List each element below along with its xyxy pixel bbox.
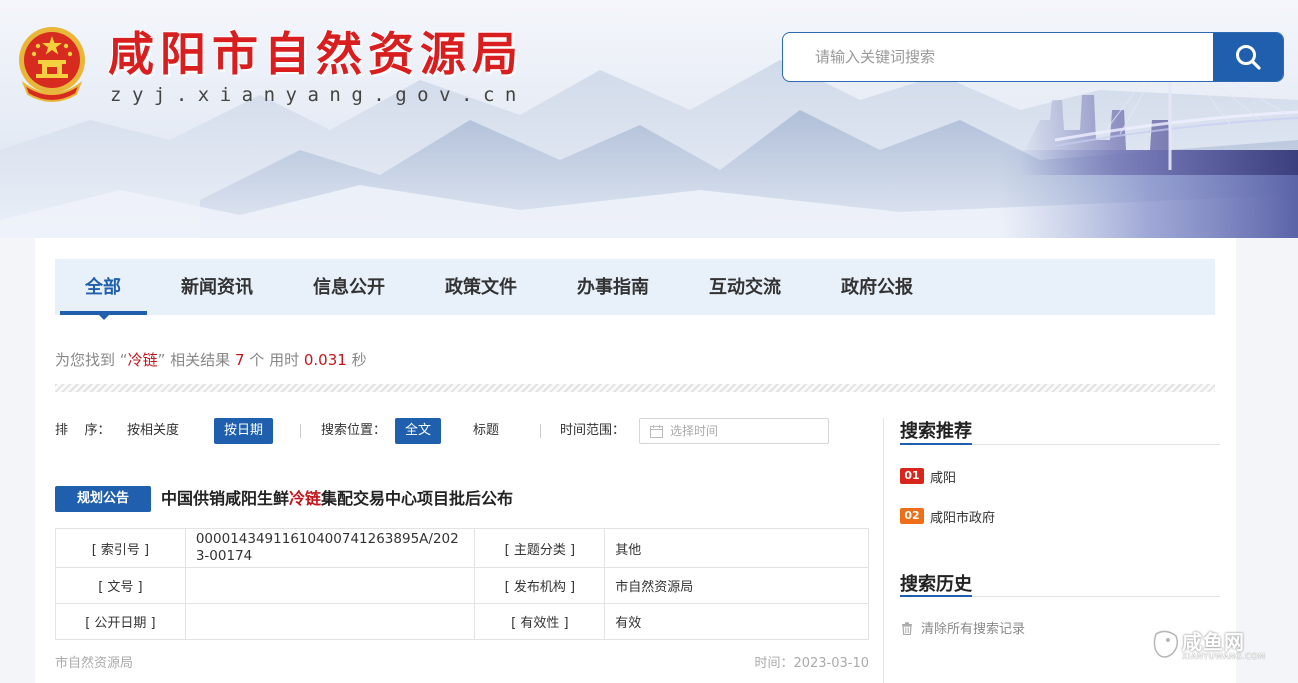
recommend-heading: 搜索推荐	[900, 421, 972, 442]
meta-row: [ 索引号 ] 00001434911610400741263895A/2023…	[55, 528, 869, 568]
result-summary: 为您找到 “冷链” 相关结果 7 个 用时 0.031 秒	[55, 349, 367, 370]
recommendation-link[interactable]: 咸阳市政府	[930, 507, 995, 526]
meta-value-doc-number	[184, 567, 476, 604]
site-title: 咸阳市自然资源局	[108, 27, 524, 81]
header-banner: 咸阳市自然资源局 zyj.xianyang.gov.cn	[0, 0, 1298, 238]
meta-key-publish-date: [ 公开日期 ]	[55, 603, 186, 640]
active-tab-caret	[98, 314, 110, 320]
fish-logo-icon	[1153, 630, 1179, 658]
meta-key-publisher: [ 发布机构 ]	[474, 567, 606, 604]
result-source: 市自然资源局	[55, 656, 134, 671]
summary-unit: 个	[249, 351, 265, 369]
result-title-part: 集配交易中心项目批后公布	[321, 489, 514, 508]
position-full-text-button[interactable]: 全文	[395, 418, 442, 444]
tab-policy-documents[interactable]: 政策文件	[445, 259, 517, 315]
meta-value-publisher: 市自然资源局	[604, 567, 869, 604]
summary-seconds: 0.031	[303, 351, 347, 369]
summary-middle: 相关结果	[170, 351, 231, 369]
filter-divider	[540, 424, 541, 438]
meta-row: [ 公开日期 ] [ 有效性 ] 有效	[55, 603, 869, 640]
recommendation-link[interactable]: 咸阳	[930, 467, 956, 486]
meta-key-topic: [ 主题分类 ]	[474, 528, 606, 568]
site-domain: zyj.xianyang.gov.cn	[110, 84, 527, 106]
history-heading-bar	[900, 595, 972, 597]
watermark-subtext: XIANYUWANG.COM	[1182, 652, 1266, 661]
calendar-icon	[650, 425, 663, 438]
meta-key-index: [ 索引号 ]	[55, 528, 186, 568]
tab-service-guide[interactable]: 办事指南	[577, 259, 649, 315]
search-input[interactable]	[783, 33, 1213, 81]
meta-value-topic: 其他	[604, 528, 869, 568]
summary-prefix: 为您找到	[55, 351, 116, 369]
summary-seconds-unit: 秒	[351, 351, 367, 369]
rank-badge: 01	[900, 468, 924, 484]
meta-value-publish-date	[184, 603, 476, 640]
history-heading: 搜索历史	[900, 574, 972, 595]
sidebar-divider	[883, 418, 884, 683]
search-button[interactable]	[1213, 33, 1283, 81]
recommend-heading-bar	[900, 443, 972, 445]
meta-value-validity: 有效	[604, 603, 869, 640]
meta-row: [ 文号 ] [ 发布机构 ] 市自然资源局	[55, 567, 869, 604]
summary-keyword: 冷链	[127, 351, 158, 369]
tab-news[interactable]: 新闻资讯	[181, 259, 253, 315]
time-range-label: 时间范围：	[560, 423, 626, 438]
tab-gov-gazette[interactable]: 政府公报	[841, 259, 913, 315]
main-panel: 全部 新闻资讯 信息公开 政策文件 办事指南 互动交流 政府公报 为您找到 “冷…	[35, 238, 1236, 683]
result-category-tag: 规划公告	[55, 486, 151, 512]
summary-quote-open: “	[119, 351, 128, 369]
result-title-keyword: 冷链	[289, 489, 322, 508]
clear-history-label: 清除所有搜索记录	[921, 622, 1026, 637]
meta-key-validity: [ 有效性 ]	[474, 603, 606, 640]
sort-date-button[interactable]: 按日期	[214, 418, 274, 444]
meta-key-doc-number: [ 文号 ]	[55, 567, 186, 604]
search-box	[782, 32, 1284, 82]
result-meta-table: [ 索引号 ] 00001434911610400741263895A/2023…	[55, 528, 869, 640]
trash-icon	[902, 622, 912, 636]
watermark: 咸鱼网 XIANYUWANG.COM	[1152, 626, 1292, 666]
tab-interaction[interactable]: 互动交流	[709, 259, 781, 315]
national-emblem-icon	[19, 27, 85, 102]
tab-info-disclosure[interactable]: 信息公开	[313, 259, 385, 315]
meta-value-index: 00001434911610400741263895A/2023-00174	[184, 528, 476, 568]
summary-quote-close: ”	[157, 351, 166, 369]
position-title-button[interactable]: 标题	[463, 418, 509, 444]
search-icon	[1236, 45, 1261, 70]
sort-relevance-button[interactable]: 按相关度	[117, 418, 189, 444]
tab-all[interactable]: 全部	[85, 259, 121, 315]
clear-history-button[interactable]: 清除所有搜索记录	[901, 618, 1025, 637]
result-title-part: 中国供销咸阳生鲜	[161, 489, 290, 508]
sort-label: 排 序：	[55, 423, 111, 438]
result-title-link[interactable]: 中国供销咸阳生鲜冷链集配交易中心项目批后公布	[161, 486, 513, 512]
position-label: 搜索位置：	[321, 423, 387, 438]
time-range-placeholder: 选择时间	[670, 424, 719, 438]
filter-divider	[300, 424, 301, 438]
summary-count: 7	[234, 351, 245, 369]
watermark-text: 咸鱼网	[1182, 630, 1245, 654]
time-range-picker[interactable]: 选择时间	[639, 418, 829, 444]
category-tabs: 全部 新闻资讯 信息公开 政策文件 办事指南 互动交流 政府公报	[55, 259, 1215, 320]
divider-stripe	[55, 384, 1215, 392]
summary-time-label: 用时	[269, 351, 300, 369]
rank-badge: 02	[900, 508, 924, 524]
result-time: 时间：2023-03-10	[754, 656, 869, 671]
